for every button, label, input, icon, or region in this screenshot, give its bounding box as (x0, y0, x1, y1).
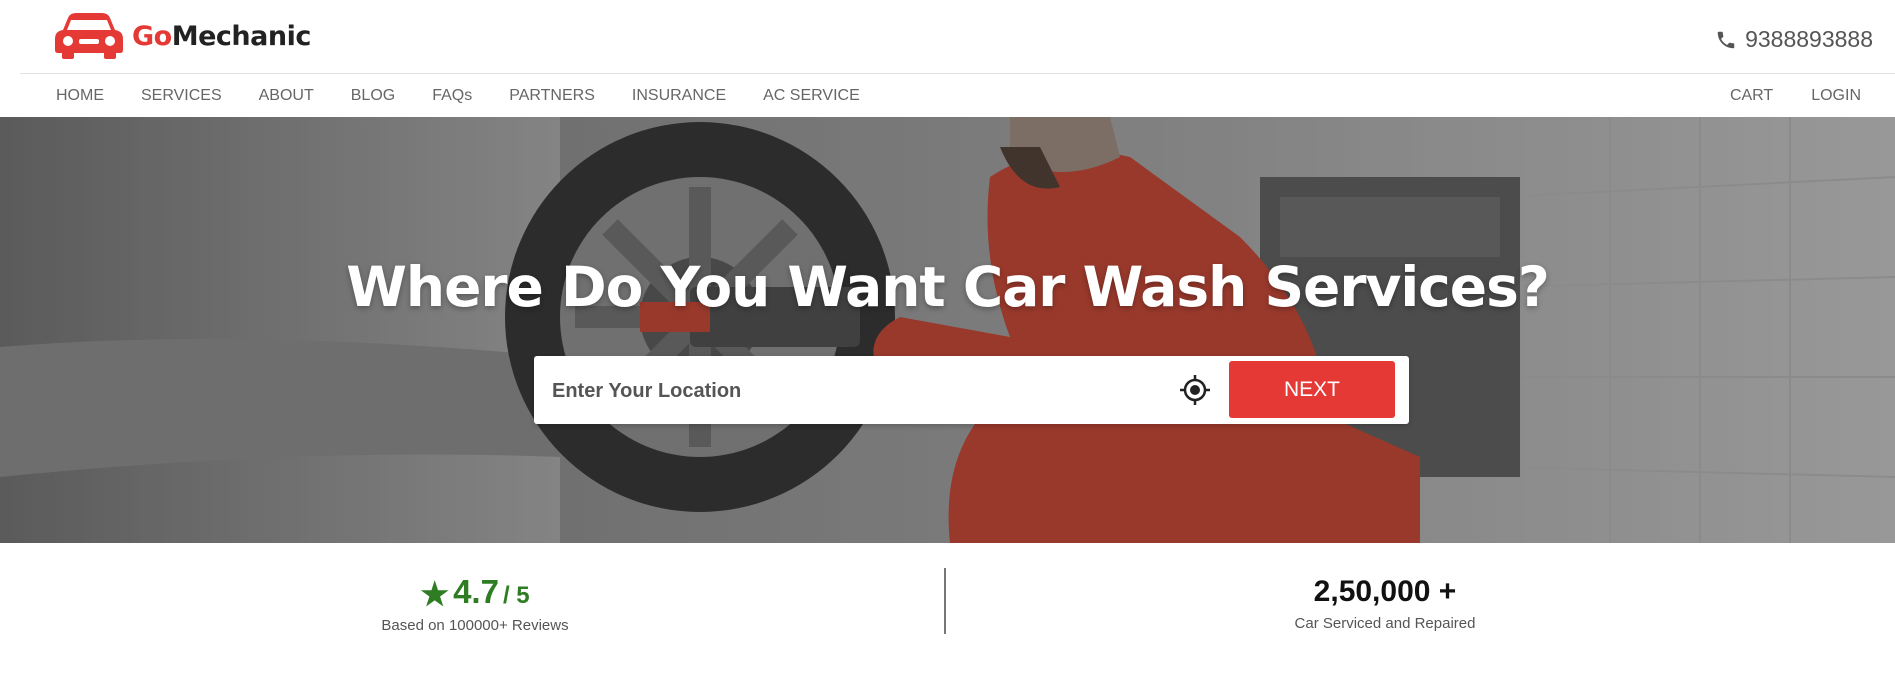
nav-blog[interactable]: BLOG (351, 87, 395, 105)
rating-line: ★ 4.7 / 5 (340, 573, 610, 612)
serviced-value: 2,50,000 + (1313, 575, 1457, 608)
main-nav: HOME SERVICES ABOUT BLOG FAQs PARTNERS I… (0, 74, 1895, 117)
logo[interactable]: GoMechanic (54, 12, 311, 60)
rating-stat: ★ 4.7 / 5 Based on 100000+ Reviews (340, 573, 610, 634)
star-icon: ★ (420, 576, 450, 612)
brand-name: GoMechanic (132, 20, 311, 52)
rating-caption: Based on 100000+ Reviews (381, 617, 569, 634)
stats-bar: ★ 4.7 / 5 Based on 100000+ Reviews 2,50,… (0, 543, 1895, 695)
hero-banner: Where Do You Want Car Wash Services? NEX… (0, 117, 1895, 543)
rating-value: 4.7 (453, 573, 499, 610)
nav-home[interactable]: HOME (56, 87, 104, 105)
hero-overlay (0, 117, 1895, 543)
car-icon (55, 13, 123, 59)
nav-about[interactable]: ABOUT (259, 87, 314, 105)
next-button[interactable]: NEXT (1229, 361, 1395, 418)
stats-divider (944, 568, 946, 634)
rating-out-of: / 5 (502, 582, 530, 609)
serviced-caption: Car Serviced and Repaired (1294, 615, 1476, 632)
phone-number: 9388893888 (1745, 26, 1873, 52)
nav-ac-service[interactable]: AC SERVICE (763, 87, 860, 105)
nav-partners[interactable]: PARTNERS (509, 87, 595, 105)
nav-login[interactable]: LOGIN (1811, 87, 1861, 105)
serviced-stat: 2,50,000 + Car Serviced and Repaired (1250, 575, 1520, 632)
site-header: GoMechanic 9388893888 (0, 0, 1895, 74)
nav-insurance[interactable]: INSURANCE (632, 87, 726, 105)
hero-title: Where Do You Want Car Wash Services? (346, 255, 1549, 319)
location-search-box: NEXT (534, 356, 1409, 424)
crosshair-icon[interactable] (1179, 374, 1211, 406)
nav-services[interactable]: SERVICES (141, 87, 222, 105)
nav-cart[interactable]: CART (1730, 87, 1773, 105)
location-input[interactable] (550, 370, 1154, 412)
phone-contact[interactable]: 9388893888 (1715, 26, 1873, 53)
nav-faqs[interactable]: FAQs (432, 87, 472, 105)
phone-icon (1717, 31, 1735, 48)
